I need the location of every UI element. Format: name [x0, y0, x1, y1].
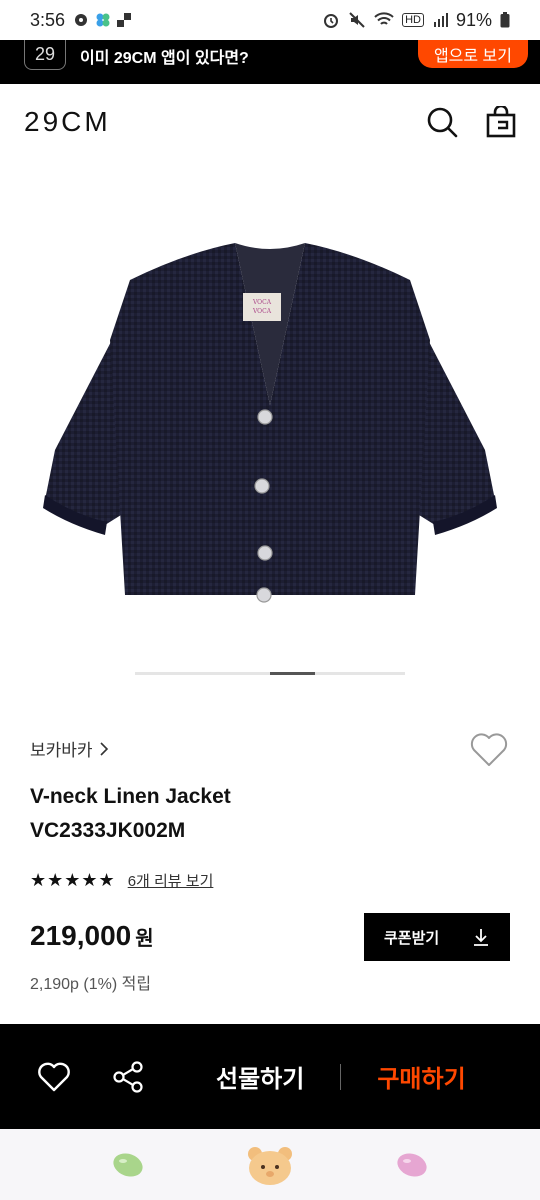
- brand-name: 보카바카: [30, 741, 93, 760]
- mute-icon: [349, 12, 365, 28]
- review-link[interactable]: 6개 리뷰 보기: [128, 870, 214, 891]
- site-header: 29CM: [0, 84, 540, 160]
- pink-jelly-bean-icon[interactable]: [395, 1150, 429, 1180]
- wifi-icon: [374, 12, 394, 25]
- wishlist-button[interactable]: [36, 1059, 72, 1095]
- battery-icon: [500, 12, 510, 28]
- status-left-icons: [73, 12, 132, 28]
- share-icon: [113, 1060, 143, 1093]
- download-icon: [474, 929, 488, 946]
- image-carousel-active-segment: [270, 672, 315, 675]
- share-button[interactable]: [110, 1059, 146, 1095]
- signal-icon: [433, 13, 448, 27]
- app-logo-icon: 29: [24, 40, 66, 70]
- brand-link[interactable]: 보카바카: [30, 736, 109, 761]
- rating-row: ★★★★★ 6개 리뷰 보기: [30, 870, 213, 891]
- app-download-banner: 29 이미 29CM 앱이 있다면? 앱으로 보기: [0, 40, 540, 84]
- product-image[interactable]: VOCA VOCA: [0, 160, 540, 660]
- like-heart-icon[interactable]: [468, 728, 510, 770]
- jacket-image-icon: VOCA VOCA: [43, 243, 497, 603]
- star-rating: ★★★★★: [30, 870, 116, 890]
- grid-icon: [117, 13, 132, 27]
- chevron-right-icon: [99, 741, 108, 756]
- product-code: VC2333JK002M: [30, 819, 186, 842]
- coupon-label: 쿠폰받기: [384, 929, 440, 947]
- header-icons: [426, 106, 516, 138]
- bottom-divider: [340, 1063, 342, 1090]
- alarm-icon: [324, 14, 339, 28]
- pinwheel-icon: [96, 13, 110, 27]
- buy-button[interactable]: 구매하기: [377, 1059, 465, 1094]
- bear-face-icon[interactable]: [246, 1144, 294, 1186]
- app-logo-text: 29: [34, 44, 56, 64]
- status-bar: 3:56 HD 91%: [0, 0, 540, 40]
- status-time: 3:56: [30, 9, 66, 30]
- gift-button[interactable]: 선물하기: [216, 1059, 304, 1094]
- hd-badge: HD: [402, 13, 424, 27]
- currency: 원: [135, 928, 154, 950]
- image-carousel-indicator: [135, 672, 405, 675]
- system-nav-bar: [0, 1129, 540, 1200]
- shopping-bag-icon[interactable]: [486, 106, 516, 138]
- svg-text:VOCA: VOCA: [252, 299, 272, 306]
- gear-icon: [75, 14, 88, 26]
- product-name: V-neck Linen Jacket: [30, 785, 231, 808]
- brand-logo[interactable]: 29CM: [24, 106, 111, 138]
- search-icon[interactable]: [426, 106, 458, 138]
- status-right-icons: HD 91%: [322, 10, 510, 31]
- open-app-button[interactable]: 앱으로 보기: [417, 40, 528, 68]
- battery-level: 91%: [455, 9, 492, 30]
- price: 219,000: [30, 920, 132, 951]
- app-banner-message: 이미 29CM 앱이 있다면?: [80, 50, 249, 67]
- green-jelly-bean-icon[interactable]: [111, 1150, 145, 1180]
- product-title: V-neck Linen Jacket VC2333JK002M: [30, 780, 231, 848]
- price-row: 219,000 원: [30, 920, 154, 952]
- coupon-button[interactable]: 쿠폰받기: [364, 913, 510, 961]
- reward-points: 2,190p (1%) 적립: [30, 976, 152, 993]
- svg-text:VOCA: VOCA: [252, 308, 272, 315]
- heart-icon: [38, 1062, 70, 1091]
- bottom-action-bar: 선물하기 구매하기: [0, 1024, 540, 1129]
